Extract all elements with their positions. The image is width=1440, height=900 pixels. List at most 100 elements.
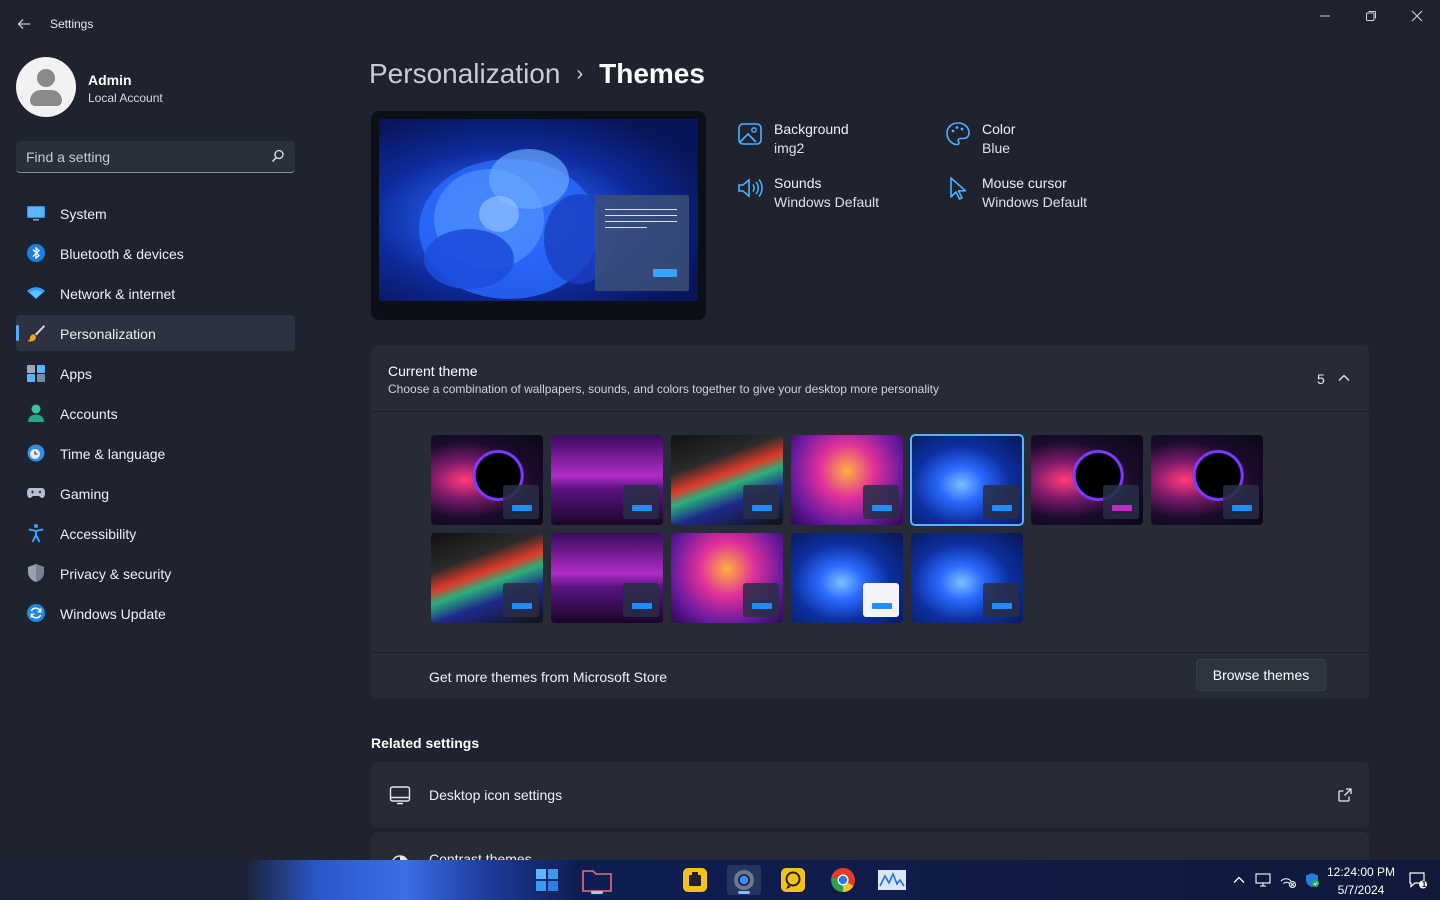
sidebar-item-apps[interactable]: Apps — [16, 355, 295, 391]
theme-thumbnail[interactable] — [551, 435, 663, 525]
sidebar-item-gaming[interactable]: Gaming — [16, 475, 295, 511]
browse-themes-button[interactable]: Browse themes — [1196, 659, 1326, 691]
sidebar-item-label: Accessibility — [60, 526, 137, 542]
close-button[interactable] — [1394, 0, 1440, 32]
theme-thumbnail[interactable] — [1151, 435, 1263, 525]
chevron-up-tray-icon[interactable] — [1231, 872, 1247, 888]
thumb-window — [623, 583, 659, 617]
desktop-icon-settings-label: Desktop icon settings — [429, 787, 563, 803]
taskbar: 1 — [0, 860, 1440, 900]
sidebar-item-network[interactable]: Network & internet — [16, 275, 295, 311]
mouse-cursor-value: Windows Default — [982, 194, 1088, 210]
taskbar-settings[interactable] — [727, 865, 761, 895]
minimize-button[interactable] — [1302, 0, 1348, 32]
color-property[interactable]: Color Blue — [945, 121, 1125, 161]
search-icon[interactable] — [271, 149, 285, 163]
breadcrumb: Personalization › Themes — [369, 58, 705, 90]
theme-thumbnail[interactable] — [791, 533, 903, 623]
breadcrumb-separator: › — [576, 62, 584, 85]
background-label: Background — [774, 121, 849, 137]
sidebar-item-windows-update[interactable]: Windows Update — [16, 595, 295, 631]
globe-clock-icon — [27, 444, 45, 462]
breadcrumb-parent[interactable]: Personalization — [369, 58, 560, 90]
contrast-themes-label: Contrast themes — [429, 851, 532, 860]
thumb-window — [623, 485, 659, 519]
sounds-label: Sounds — [774, 175, 822, 191]
clock-time: 12:24:00 PM — [1326, 865, 1396, 879]
clock-date: 5/7/2024 — [1337, 883, 1385, 897]
chrome-icon — [831, 868, 855, 892]
sidebar-item-privacy-security[interactable]: Privacy & security — [16, 555, 295, 591]
sidebar-item-personalization[interactable]: Personalization — [16, 315, 295, 351]
title-bar: Settings — [0, 0, 1440, 48]
sidebar-item-label: System — [60, 206, 107, 222]
theme-thumbnail[interactable] — [1031, 435, 1143, 525]
page-title: Themes — [599, 58, 705, 89]
theme-thumbnail[interactable] — [671, 533, 783, 623]
background-property[interactable]: Background img2 — [737, 121, 917, 161]
brush-icon — [27, 325, 45, 342]
sidebar-item-label: Network & internet — [60, 286, 176, 302]
taskbar-app-yellow[interactable] — [678, 865, 712, 895]
sounds-value: Windows Default — [774, 194, 880, 210]
theme-thumbnail-selected[interactable] — [910, 434, 1024, 526]
taskbar-app-chat[interactable] — [776, 865, 810, 895]
notification-count: 1 — [1421, 880, 1427, 889]
taskbar-chrome[interactable] — [826, 865, 860, 895]
palette-icon — [946, 122, 970, 146]
current-theme-title: Current theme — [388, 363, 478, 379]
current-theme-card: Current theme Choose a combination of wa… — [371, 345, 1369, 699]
sidebar-item-system[interactable]: System — [16, 195, 295, 231]
theme-preview-wallpaper — [379, 119, 698, 301]
store-label: Get more themes from Microsoft Store — [429, 669, 668, 685]
network-tray-icon[interactable] — [1280, 872, 1296, 888]
avatar[interactable] — [16, 57, 76, 117]
back-arrow-icon[interactable] — [12, 12, 36, 36]
theme-thumbnail[interactable] — [911, 533, 1023, 623]
theme-thumbnail[interactable] — [671, 435, 783, 525]
restore-button[interactable] — [1348, 0, 1394, 32]
display-tray-icon[interactable] — [1255, 872, 1271, 888]
apps-icon — [27, 365, 45, 382]
avatar-head-icon — [37, 69, 55, 87]
sidebar-item-label: Windows Update — [60, 606, 166, 622]
file-explorer-button[interactable] — [580, 865, 614, 895]
start-button[interactable] — [530, 865, 564, 895]
chevron-up-icon[interactable] — [1337, 371, 1351, 385]
search-box[interactable] — [16, 141, 295, 173]
app-yellow-icon — [683, 868, 707, 892]
thumb-window — [503, 583, 539, 617]
mouse-cursor-property[interactable]: Mouse cursor Windows Default — [945, 175, 1125, 215]
gamepad-icon — [27, 488, 45, 498]
theme-thumbnail[interactable] — [791, 435, 903, 525]
person-icon — [28, 404, 44, 422]
monitor-app-icon — [878, 870, 906, 890]
security-tray-icon[interactable] — [1304, 872, 1320, 888]
taskbar-clock[interactable]: 12:24:00 PM 5/7/2024 — [1322, 863, 1400, 899]
taskbar-monitor-app[interactable] — [875, 865, 909, 895]
color-value: Blue — [982, 140, 1011, 156]
update-icon — [27, 604, 45, 622]
thumb-window — [503, 485, 539, 519]
related-settings-title: Related settings — [371, 735, 480, 751]
desktop-icon-settings-row[interactable]: Desktop icon settings — [371, 762, 1369, 828]
sounds-property[interactable]: Sounds Windows Default — [737, 175, 917, 215]
sidebar-item-accounts[interactable]: Accounts — [16, 395, 295, 431]
sidebar-item-time-language[interactable]: Time & language — [16, 435, 295, 471]
contrast-themes-row[interactable]: Contrast themes — [371, 832, 1369, 860]
theme-count: 5 — [1317, 371, 1325, 387]
search-input[interactable] — [26, 141, 266, 172]
sidebar-item-label: Time & language — [60, 446, 166, 462]
sidebar-item-label: Gaming — [60, 486, 110, 502]
theme-thumbnail[interactable] — [431, 435, 543, 525]
theme-thumbnail[interactable] — [551, 533, 663, 623]
current-theme-header[interactable]: Current theme Choose a combination of wa… — [371, 345, 1369, 412]
sidebar-item-label: Personalization — [60, 326, 156, 342]
theme-thumbnail[interactable] — [431, 533, 543, 623]
theme-preview — [371, 111, 706, 320]
color-label: Color — [982, 121, 1016, 137]
sidebar-item-bluetooth[interactable]: Bluetooth & devices — [16, 235, 295, 271]
sidebar-item-accessibility[interactable]: Accessibility — [16, 515, 295, 551]
thumb-window — [1103, 485, 1139, 519]
sidebar-item-label: Accounts — [60, 406, 118, 422]
